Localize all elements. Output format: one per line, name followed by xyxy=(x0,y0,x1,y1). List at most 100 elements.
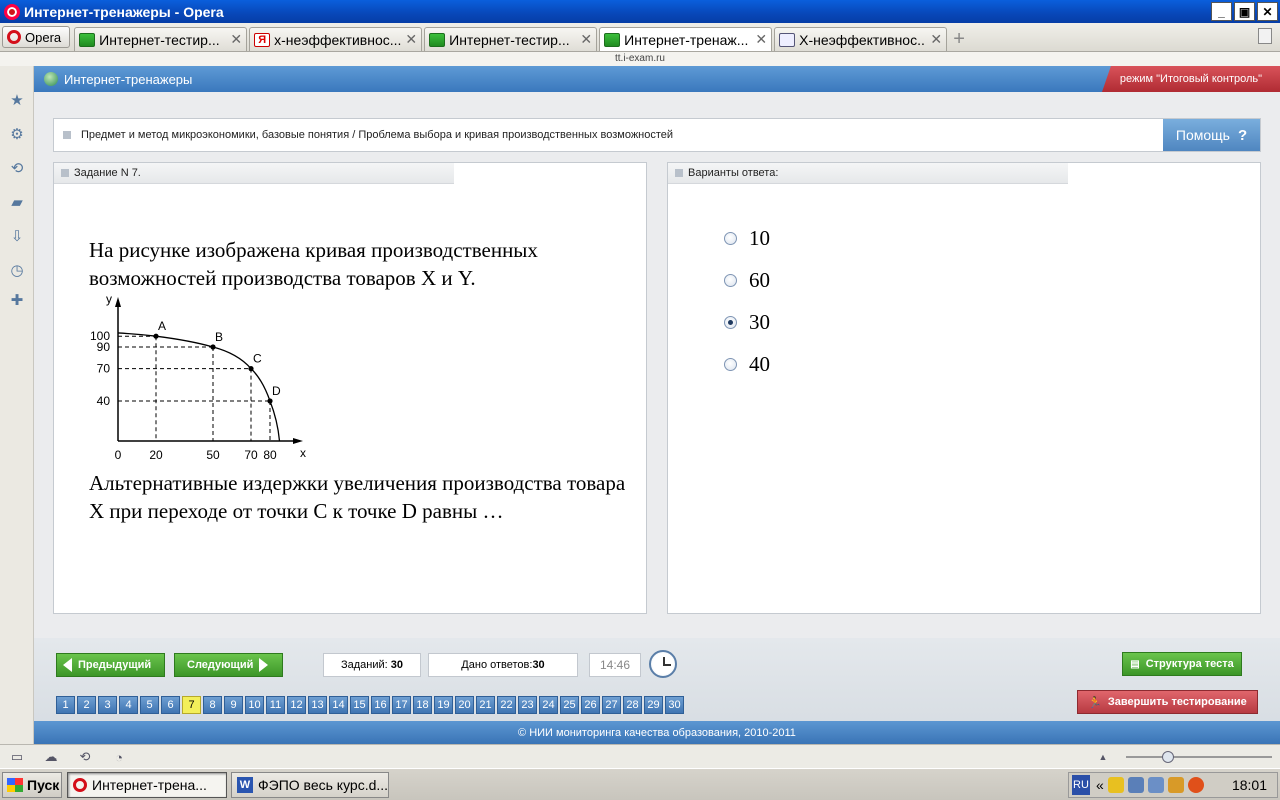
unite-icon[interactable]: ⟲ xyxy=(9,160,25,177)
page-number-16[interactable]: 16 xyxy=(371,696,390,714)
page-number-21[interactable]: 21 xyxy=(476,696,495,714)
opera-menu-button[interactable]: Opera xyxy=(2,26,71,48)
page-number-1[interactable]: 1 xyxy=(56,696,75,714)
page-number-22[interactable]: 22 xyxy=(497,696,516,714)
y-tick-label: 90 xyxy=(97,340,111,354)
page-number-14[interactable]: 14 xyxy=(329,696,348,714)
history-clock-icon[interactable]: ◷ xyxy=(9,262,25,279)
windows-logo-icon xyxy=(7,778,23,792)
tasks-count-value: 30 xyxy=(390,659,404,671)
cloud-icon[interactable]: ☁ xyxy=(44,749,58,764)
language-indicator[interactable]: RU xyxy=(1072,775,1090,795)
answer-option[interactable]: 60 xyxy=(724,259,770,301)
tab-close-icon[interactable]: ✕ xyxy=(230,31,242,48)
page-number-13[interactable]: 13 xyxy=(308,696,327,714)
taskbar-item-word[interactable]: W ФЭПО весь курс.d... xyxy=(231,772,389,798)
taskbar-item-opera[interactable]: Интернет-трена... xyxy=(67,772,227,798)
browser-tab-3[interactable]: Интернет-тестир... ✕ xyxy=(424,27,598,51)
network-icon[interactable] xyxy=(1127,777,1144,793)
page-number-11[interactable]: 11 xyxy=(266,696,285,714)
add-panel-icon[interactable]: ✚ xyxy=(9,292,25,309)
radio-button[interactable] xyxy=(724,231,737,245)
page-number-4[interactable]: 4 xyxy=(119,696,138,714)
browser-tab-2[interactable]: Я x-неэффективнос... ✕ xyxy=(249,27,423,51)
update-icon[interactable] xyxy=(1167,777,1184,793)
gear-icon[interactable]: ⚙ xyxy=(9,126,25,143)
prev-button[interactable]: Предыдущий xyxy=(56,653,165,677)
radio-button[interactable] xyxy=(724,273,737,287)
browser-tab-5[interactable]: X-неэффективнос... ✕ xyxy=(774,27,948,51)
finish-test-button[interactable]: 🏃 Завершить тестирование xyxy=(1077,690,1258,714)
help-label: Помощь xyxy=(1175,127,1230,143)
answer-option[interactable]: 40 xyxy=(724,343,770,385)
page-number-20[interactable]: 20 xyxy=(455,696,474,714)
minimize-button[interactable]: _ xyxy=(1211,2,1232,21)
point-D xyxy=(267,398,273,404)
window-title: Интернет-тренажеры - Opera xyxy=(24,3,224,20)
opera-logo-icon xyxy=(4,3,20,20)
page-number-19[interactable]: 19 xyxy=(434,696,453,714)
page-number-27[interactable]: 27 xyxy=(602,696,621,714)
page-number-6[interactable]: 6 xyxy=(161,696,180,714)
triangle-up-icon[interactable]: ▲ xyxy=(1096,750,1110,764)
radio-button[interactable] xyxy=(724,357,737,371)
page-number-28[interactable]: 28 xyxy=(623,696,642,714)
tab-close-icon[interactable]: ✕ xyxy=(405,31,417,48)
copyright-footer: © НИИ мониторинга качества образования, … xyxy=(34,721,1280,744)
tab-close-icon[interactable]: ✕ xyxy=(930,31,942,48)
window-title-bar: Интернет-тренажеры - Opera _ ▣ ✕ xyxy=(0,0,1280,23)
answer-option[interactable]: 10 xyxy=(724,217,770,259)
page-number-3[interactable]: 3 xyxy=(98,696,117,714)
radio-button-selected[interactable] xyxy=(724,315,737,329)
downloads-icon[interactable]: ⇩ xyxy=(9,228,25,245)
turbo-gauge-icon[interactable]: ◔ xyxy=(112,750,126,765)
clock-icon xyxy=(649,650,677,678)
page-number-8[interactable]: 8 xyxy=(203,696,222,714)
unite-icon[interactable]: ⟲ xyxy=(78,749,92,764)
page-number-2[interactable]: 2 xyxy=(77,696,96,714)
next-button[interactable]: Следующий xyxy=(174,653,283,677)
restore-button[interactable]: ▣ xyxy=(1234,2,1255,21)
list-icon: ▤ xyxy=(1130,658,1140,670)
browser-tab-1[interactable]: Интернет-тестир... ✕ xyxy=(74,27,248,51)
help-button[interactable]: Помощь ? xyxy=(1163,119,1260,151)
page-number-5[interactable]: 5 xyxy=(140,696,159,714)
antivirus-icon[interactable] xyxy=(1187,777,1204,793)
bullet-square-icon xyxy=(675,169,683,177)
bookmarks-star-icon[interactable]: ★ xyxy=(9,92,25,109)
tab-close-icon[interactable]: ✕ xyxy=(580,31,592,48)
address-label[interactable]: tt.i-exam.ru xyxy=(0,52,1280,66)
page-number-17[interactable]: 17 xyxy=(392,696,411,714)
page-number-9[interactable]: 9 xyxy=(224,696,243,714)
page-number-24[interactable]: 24 xyxy=(539,696,558,714)
page-number-18[interactable]: 18 xyxy=(413,696,432,714)
close-window-button[interactable]: ✕ xyxy=(1257,2,1278,21)
page-number-7[interactable]: 7 xyxy=(182,696,201,714)
zoom-slider-knob[interactable] xyxy=(1162,751,1174,763)
network-disconnected-icon[interactable] xyxy=(1147,777,1164,793)
taskbar-item-label: Интернет-трена... xyxy=(92,777,207,793)
page-number-15[interactable]: 15 xyxy=(350,696,369,714)
browser-tab-4-active[interactable]: Интернет-тренаж... ✕ xyxy=(599,27,773,51)
panel-toggle-icon[interactable]: ▭ xyxy=(10,749,24,764)
notes-icon[interactable]: ▰ xyxy=(9,194,25,211)
page-number-30[interactable]: 30 xyxy=(665,696,684,714)
answer-option[interactable]: 30 xyxy=(724,301,770,343)
zoom-slider-track[interactable] xyxy=(1126,756,1272,758)
page-number-29[interactable]: 29 xyxy=(644,696,663,714)
start-button[interactable]: Пуск xyxy=(2,772,62,798)
system-tray: RU « 18:01 xyxy=(1068,772,1278,798)
page-number-25[interactable]: 25 xyxy=(560,696,579,714)
page-number-10[interactable]: 10 xyxy=(245,696,264,714)
page-number-12[interactable]: 12 xyxy=(287,696,306,714)
security-shield-icon[interactable] xyxy=(1107,777,1124,793)
y-tick-label: 70 xyxy=(97,362,111,376)
page-numbers: 1 2 3 4 5 6 7 8 9 10 11 12 13 14 15 16 17 18 19 20 21 22 23 24 2… xyxy=(56,696,684,714)
tray-expand-icon[interactable]: « xyxy=(1096,777,1104,793)
trash-icon[interactable] xyxy=(1258,28,1272,44)
tab-close-icon[interactable]: ✕ xyxy=(755,31,767,48)
page-number-26[interactable]: 26 xyxy=(581,696,600,714)
test-structure-button[interactable]: ▤ Структура теста xyxy=(1122,652,1242,676)
page-number-23[interactable]: 23 xyxy=(518,696,537,714)
new-tab-button[interactable]: + xyxy=(949,28,969,50)
